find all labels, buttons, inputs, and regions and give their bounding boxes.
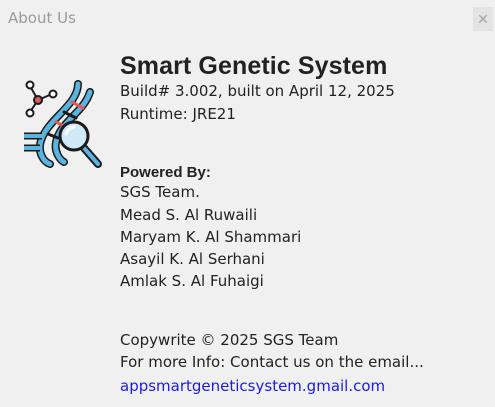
close-button[interactable]: ✕	[473, 7, 493, 31]
about-dialog: About Us ✕ Smart Genetic System Build# 3…	[0, 0, 495, 407]
app-name: Smart Genetic System	[120, 52, 388, 80]
build-info: Build# 3.002, built on April 12, 2025	[120, 82, 395, 100]
credit-line: Asayil K. Al Serhani	[120, 250, 265, 268]
credit-line: Amlak S. Al Fuhaigi	[120, 272, 264, 290]
credit-line: Maryam K. Al Shammari	[120, 228, 302, 246]
email-link[interactable]: appsmartgeneticsystem.gmail.com	[120, 377, 385, 395]
window-title: About Us	[8, 9, 76, 27]
dna-magnifier-icon	[20, 78, 104, 170]
credit-line: SGS Team.	[120, 183, 200, 201]
title-bar[interactable]: About Us ✕	[0, 0, 495, 36]
credit-line: Mead S. Al Ruwaili	[120, 206, 258, 224]
powered-by-heading: Powered By:	[120, 164, 211, 181]
copyright-text: Copywrite © 2025 SGS Team	[120, 331, 339, 349]
more-info-text: For more Info: Contact us on the email..…	[120, 353, 424, 371]
runtime-info: Runtime: JRE21	[120, 105, 236, 123]
